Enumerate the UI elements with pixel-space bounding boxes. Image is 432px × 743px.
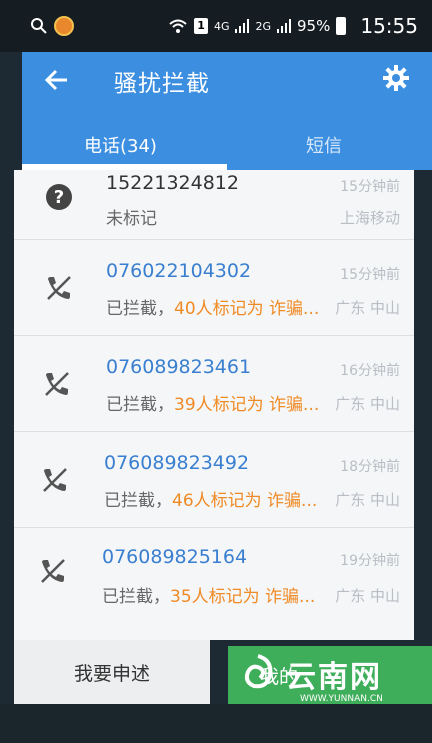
- fraud-tag: 诈骗...: [267, 491, 318, 511]
- watermark: 云南网: [236, 648, 416, 700]
- call-location: 广东 中山: [335, 491, 400, 509]
- clock: 15:55: [360, 14, 418, 38]
- appeal-button[interactable]: 我要申述: [14, 640, 210, 704]
- call-status: 已拦截，35人标记为 诈骗...: [102, 582, 315, 607]
- call-location: 广东 中山: [335, 299, 400, 317]
- blocked-call-icon: [47, 276, 71, 300]
- blocked-label: 已拦截，: [104, 491, 172, 511]
- battery-icon: [336, 17, 347, 35]
- call-number: 076089825164: [102, 546, 248, 568]
- call-time: 18分钟前: [340, 459, 400, 475]
- sim-indicator: 1: [194, 18, 208, 34]
- blocked-label: 已拦截，: [102, 587, 170, 607]
- call-location: 广东 中山: [335, 587, 400, 605]
- call-number: 076089823492: [104, 452, 250, 474]
- call-row[interactable]: 076089823492 18分钟前 已拦截，46人标记为 诈骗... 广东 中…: [14, 432, 414, 528]
- call-time: 19分钟前: [340, 553, 400, 569]
- call-status: 未标记: [106, 209, 157, 229]
- call-time: 16分钟前: [340, 363, 400, 379]
- call-number: 076089823461: [106, 356, 252, 378]
- fraud-tag: 诈骗...: [269, 395, 320, 415]
- call-number: 15221324812: [106, 172, 239, 194]
- watermark-url: WWW.YUNNAN.CN: [300, 694, 383, 704]
- network-4g: 4G: [213, 19, 230, 33]
- marked-count: 46人标记为: [172, 491, 262, 511]
- call-number: 076022104302: [106, 260, 252, 282]
- call-location: 广东 中山: [335, 395, 400, 413]
- fraud-tag: 诈骗...: [269, 299, 320, 319]
- call-time: 15分钟前: [340, 267, 400, 283]
- blocked-call-icon: [45, 372, 69, 396]
- watermark-logo-icon: [244, 654, 273, 689]
- watermark-text: 云南网: [286, 660, 382, 695]
- app-notification-icon: [54, 16, 74, 36]
- wifi-icon: [169, 19, 187, 33]
- battery-percent: 95%: [297, 17, 331, 35]
- blocked-call-icon: [41, 559, 65, 583]
- unknown-caller-icon: ?: [46, 184, 72, 210]
- call-row[interactable]: ? 15221324812 15分钟前 未标记 上海移动: [14, 146, 414, 240]
- call-row[interactable]: 076022104302 15分钟前 已拦截，40人标记为 诈骗... 广东 中…: [14, 240, 414, 336]
- back-arrow-icon[interactable]: [44, 67, 70, 93]
- gear-icon[interactable]: [382, 64, 410, 92]
- call-status: 已拦截，46人标记为 诈骗...: [104, 486, 317, 511]
- call-time: 15分钟前: [340, 179, 400, 195]
- call-status: 已拦截，40人标记为 诈骗...: [106, 294, 319, 319]
- blocked-label: 已拦截，: [106, 395, 174, 415]
- status-bar: 1 4G 2G 95% 15:55: [0, 0, 432, 52]
- signal-icon-2: [277, 19, 292, 33]
- blocked-label: 已拦截，: [106, 299, 174, 319]
- marked-count: 35人标记为: [170, 587, 260, 607]
- fraud-tag: 诈骗...: [265, 587, 316, 607]
- call-status: 已拦截，39人标记为 诈骗...: [106, 390, 319, 415]
- svg-text:?: ?: [54, 187, 64, 208]
- blocked-call-list: ? 15221324812 15分钟前 未标记 上海移动 07602210430…: [14, 170, 414, 640]
- search-icon: [31, 18, 47, 34]
- call-row[interactable]: 076089823461 16分钟前 已拦截，39人标记为 诈骗... 广东 中…: [14, 336, 414, 432]
- blocked-call-icon: [43, 468, 67, 492]
- network-2g: 2G: [255, 19, 272, 33]
- bottom-strip: [0, 704, 432, 743]
- marked-count: 39人标记为: [174, 395, 264, 415]
- call-location: 上海移动: [339, 209, 400, 227]
- page-title: 骚扰拦截: [114, 71, 210, 97]
- marked-count: 40人标记为: [174, 299, 264, 319]
- signal-icon: [235, 19, 250, 33]
- call-row[interactable]: 076089825164 19分钟前 已拦截，35人标记为 诈骗... 广东 中…: [14, 528, 414, 640]
